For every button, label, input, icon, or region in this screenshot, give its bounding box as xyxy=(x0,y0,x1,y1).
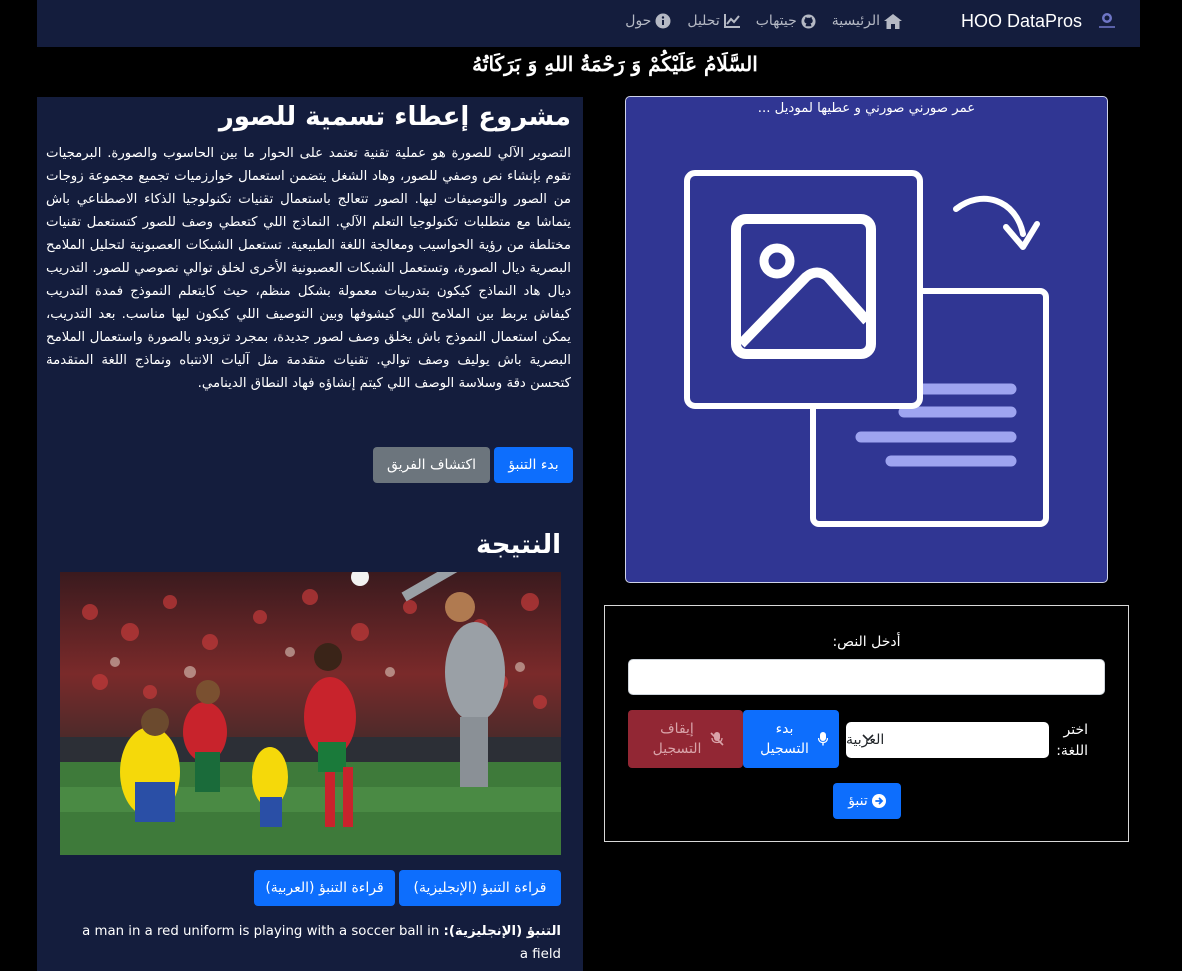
nav-link-home-label: الرئيسية xyxy=(831,13,880,29)
image-to-text-icon xyxy=(684,170,1049,527)
nav-link-analysis[interactable]: تحليل xyxy=(687,13,740,29)
predict-button[interactable]: تنبؤ xyxy=(833,783,901,819)
nav-link-analysis-label: تحليل xyxy=(687,13,720,29)
nav-link-github-label: جيتهاب xyxy=(755,13,797,29)
text-input-field[interactable] xyxy=(628,659,1105,695)
greeting-heading: السَّلَامُ عَلَيْكُمْ وَ رَحْمَةُ اللهِ … xyxy=(472,52,758,76)
start-recording-button[interactable]: بدء التسجيل xyxy=(743,710,839,768)
nav-link-about-label: حول xyxy=(625,13,652,29)
result-image xyxy=(60,572,561,855)
nav-link-home[interactable]: الرئيسية xyxy=(832,13,902,29)
stop-recording-label: إيقاف التسجيل xyxy=(652,721,702,757)
prediction-output-label: التنبؤ (الإنجليزية): xyxy=(443,924,562,939)
prediction-output: التنبؤ (الإنجليزية): a man in a red unif… xyxy=(81,920,561,966)
home-icon xyxy=(884,13,902,29)
microphone-icon xyxy=(817,732,828,746)
navbar-brand[interactable]: HOO DataPros xyxy=(961,10,1118,32)
brand-logo-icon xyxy=(1096,10,1118,32)
result-title: النتيجة xyxy=(475,530,561,560)
text-input-label: أدخل النص: xyxy=(832,634,901,650)
project-description: التصوير الآلي للصورة هو عملية تقنية تعتم… xyxy=(46,146,571,391)
image-card-caption: عمر صورني صورني و عطيها لموديل ... xyxy=(757,101,976,116)
chevron-down-icon xyxy=(862,734,874,742)
start-recording-label: بدء التسجيل xyxy=(760,721,809,757)
nav-link-github[interactable]: جيتهاب xyxy=(756,13,816,29)
project-panel: مشروع إعطاء تسمية للصور التصوير الآلي لل… xyxy=(37,97,583,971)
top-navbar: HOO DataPros الرئيسية جيتهاب تحليل حول xyxy=(37,0,1140,47)
github-icon xyxy=(801,13,816,29)
microphone-slash-icon xyxy=(710,732,724,746)
text-input-form: أدخل النص: اختر اللغة: العربية بدء التسج… xyxy=(604,605,1129,842)
project-title: مشروع إعطاء تسمية للصور xyxy=(218,102,571,132)
nav-links: الرئيسية جيتهاب تحليل حول xyxy=(625,13,902,29)
discover-team-button[interactable]: اكتشاف الفريق xyxy=(373,447,490,483)
read-prediction-english-button[interactable]: قراءة التنبؤ (الإنجليزية) xyxy=(399,870,561,906)
read-prediction-arabic-button[interactable]: قراءة التنبؤ (العربية) xyxy=(254,870,395,906)
chart-line-icon xyxy=(723,14,740,28)
brand-name: HOO DataPros xyxy=(960,10,1082,31)
start-prediction-button[interactable]: بدء التنبؤ xyxy=(494,447,573,483)
language-label: اختر اللغة: xyxy=(1056,722,1088,759)
arrow-circle-right-icon xyxy=(871,794,886,808)
predict-button-label: تنبؤ xyxy=(848,793,868,809)
nav-link-about[interactable]: حول xyxy=(625,13,671,29)
info-icon xyxy=(655,13,671,29)
stop-recording-button[interactable]: إيقاف التسجيل xyxy=(628,710,743,768)
language-select[interactable]: العربية xyxy=(846,722,1049,758)
image-upload-card[interactable]: عمر صورني صورني و عطيها لموديل ... xyxy=(625,96,1108,583)
